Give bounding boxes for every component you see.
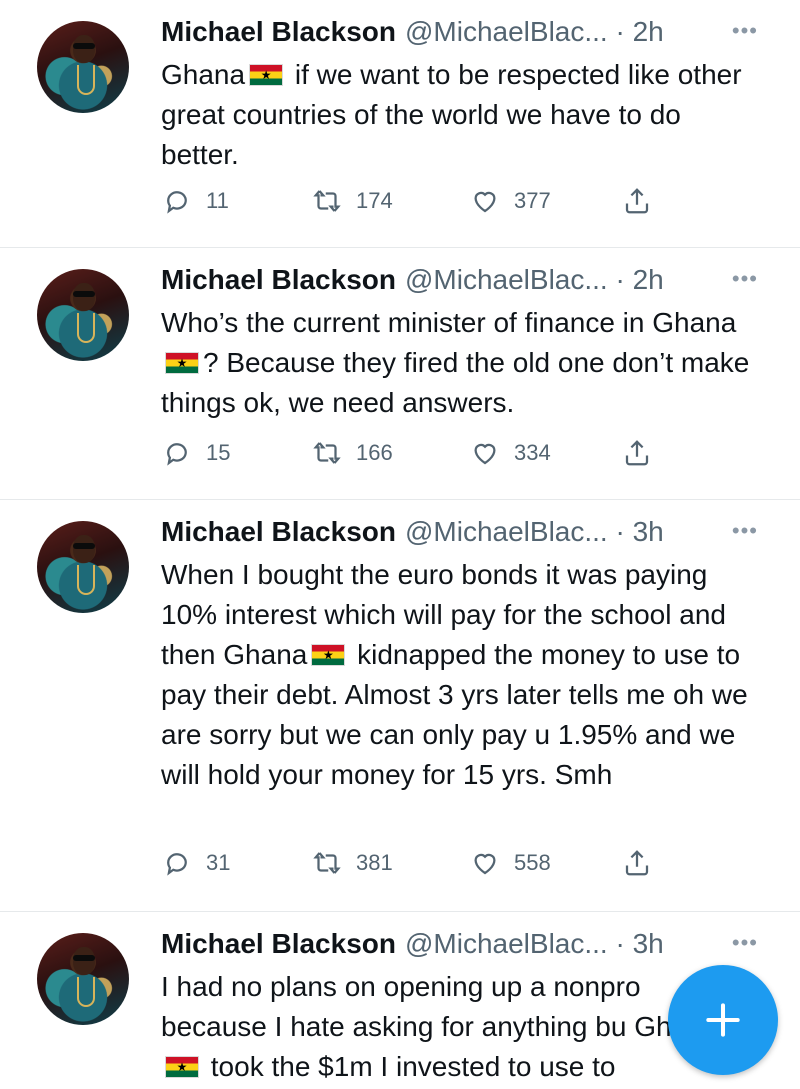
- reply-icon: [167, 853, 187, 876]
- retweet-button[interactable]: 166: [312, 438, 393, 468]
- more-icon[interactable]: •••: [732, 930, 758, 956]
- like-button[interactable]: 334: [470, 438, 551, 468]
- retweet-button[interactable]: 174: [312, 186, 393, 216]
- display-name[interactable]: Michael Blackson: [161, 928, 396, 960]
- retweet-count: 166: [356, 440, 393, 465]
- tweet-header: Michael Blackson @MichaelBlac... · 3h: [161, 514, 664, 550]
- tweet-header: Michael Blackson @MichaelBlac... · 3h: [161, 926, 664, 962]
- retweet-icon: [313, 852, 341, 874]
- heart-icon: [474, 191, 496, 213]
- more-icon[interactable]: •••: [732, 518, 758, 544]
- ghana-flag-icon: [311, 644, 346, 666]
- tweet-header: Michael Blackson @MichaelBlac... · 2h: [161, 14, 664, 50]
- more-icon[interactable]: •••: [732, 266, 758, 292]
- avatar[interactable]: [37, 269, 129, 361]
- retweet-count: 174: [356, 188, 393, 213]
- tweet-2[interactable]: Michael Blackson @MichaelBlac... · 2h ••…: [0, 248, 800, 500]
- display-name[interactable]: Michael Blackson: [161, 264, 396, 296]
- compose-button[interactable]: [668, 965, 778, 1075]
- ghana-flag-icon: [249, 64, 284, 86]
- heart-icon: [474, 853, 496, 875]
- handle-and-time[interactable]: @MichaelBlac... · 2h: [405, 264, 664, 296]
- reply-count: 31: [206, 850, 231, 875]
- like-button[interactable]: 377: [470, 186, 551, 216]
- share-icon: [625, 188, 649, 214]
- reply-icon: [167, 191, 187, 214]
- display-name[interactable]: Michael Blackson: [161, 16, 396, 48]
- retweet-icon: [313, 442, 341, 464]
- tweet-actions: 31 381 558: [160, 848, 660, 888]
- avatar[interactable]: [37, 933, 129, 1025]
- handle-and-time[interactable]: @MichaelBlac... · 3h: [405, 516, 664, 548]
- tweet-text: Ghana if we want to be respected like ot…: [161, 55, 761, 175]
- share-icon: [625, 850, 649, 876]
- handle-and-time[interactable]: @MichaelBlac... · 2h: [405, 16, 664, 48]
- avatar[interactable]: [37, 521, 129, 613]
- reply-count: 15: [206, 440, 231, 465]
- tweet-actions: 11 174 377: [160, 186, 660, 226]
- reply-button[interactable]: 31: [162, 848, 230, 878]
- tweet-text: I had no plans on opening up a nonpro be…: [161, 967, 721, 1087]
- retweet-icon: [313, 190, 341, 212]
- like-count: 377: [514, 188, 551, 213]
- reply-button[interactable]: 15: [162, 438, 230, 468]
- tweet-3[interactable]: Michael Blackson @MichaelBlac... · 3h ••…: [0, 500, 800, 912]
- reply-count: 11: [206, 188, 229, 213]
- reply-icon: [167, 443, 187, 466]
- like-count: 334: [514, 440, 551, 465]
- like-count: 558: [514, 850, 551, 875]
- tweet-text: Who’s the current minister of finance in…: [161, 303, 761, 423]
- retweet-count: 381: [356, 850, 393, 875]
- tweet-text: When I bought the euro bonds it was payi…: [161, 555, 761, 795]
- display-name[interactable]: Michael Blackson: [161, 516, 396, 548]
- handle-and-time[interactable]: @MichaelBlac... · 3h: [405, 928, 664, 960]
- ghana-flag-icon: [165, 352, 199, 374]
- more-icon[interactable]: •••: [732, 18, 758, 44]
- like-button[interactable]: 558: [470, 848, 551, 878]
- heart-icon: [474, 443, 496, 465]
- share-button[interactable]: [622, 848, 652, 878]
- avatar[interactable]: [37, 21, 129, 113]
- tweet-actions: 15 166 334: [160, 438, 660, 478]
- reply-button[interactable]: 11: [162, 186, 229, 216]
- retweet-button[interactable]: 381: [312, 848, 393, 878]
- tweet-header: Michael Blackson @MichaelBlac... · 2h: [161, 262, 664, 298]
- share-icon: [625, 440, 649, 466]
- tweet-1[interactable]: Michael Blackson @MichaelBlac... · 2h ••…: [0, 0, 800, 248]
- compose-plus-icon: [706, 1003, 740, 1037]
- ghana-flag-icon: [165, 1056, 199, 1078]
- share-button[interactable]: [622, 438, 652, 468]
- share-button[interactable]: [622, 186, 652, 216]
